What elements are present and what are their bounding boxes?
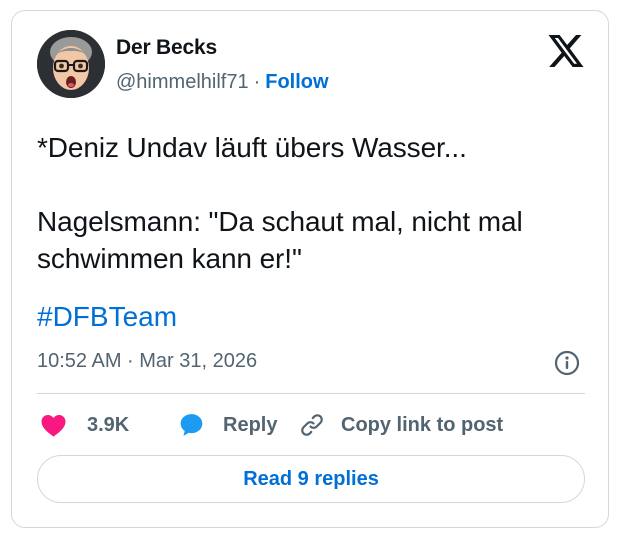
post-text-line-2: Nagelsmann: "Da schaut mal, nicht mal bbox=[37, 206, 523, 237]
info-icon[interactable] bbox=[554, 350, 580, 376]
author-name[interactable]: Der Becks bbox=[116, 36, 217, 60]
speech-bubble-icon bbox=[180, 414, 203, 436]
embedded-post-card: Der Becks @himmelhilf71 · Follow *Deniz Un… bbox=[11, 10, 609, 528]
like-button[interactable]: 3.9K bbox=[40, 409, 129, 441]
link-icon bbox=[301, 414, 323, 436]
heart-icon bbox=[41, 414, 66, 437]
action-bar: 3.9K Reply Copy link to post bbox=[37, 409, 585, 441]
follow-link[interactable]: Follow bbox=[265, 71, 328, 93]
reply-button[interactable]: Reply bbox=[178, 409, 277, 441]
post-text: *Deniz Undav läuft übers Wasser... Nagel… bbox=[37, 129, 587, 277]
separator-dot: · bbox=[253, 71, 261, 93]
hashtag-link[interactable]: #DFBTeam bbox=[37, 301, 177, 333]
avatar[interactable] bbox=[37, 30, 105, 98]
x-logo-icon[interactable] bbox=[548, 35, 584, 67]
read-replies-button[interactable]: Read 9 replies bbox=[37, 455, 585, 503]
copy-link-button[interactable]: Copy link to post bbox=[299, 409, 503, 441]
handle-row: @himmelhilf71 · Follow bbox=[116, 71, 329, 94]
like-count: 3.9K bbox=[87, 413, 130, 436]
post-timestamp[interactable]: 10:52 AM · Mar 31, 2026 bbox=[37, 350, 257, 373]
post-text-line-1: *Deniz Undav läuft übers Wasser... bbox=[37, 132, 467, 163]
author-handle[interactable]: @himmelhilf71 bbox=[116, 71, 249, 93]
reply-label: Reply bbox=[223, 413, 278, 436]
divider bbox=[37, 393, 585, 394]
copy-link-label: Copy link to post bbox=[341, 413, 504, 436]
post-text-line-3: schwimmen kann er!" bbox=[37, 243, 302, 274]
memoji-avatar-image bbox=[37, 30, 105, 98]
